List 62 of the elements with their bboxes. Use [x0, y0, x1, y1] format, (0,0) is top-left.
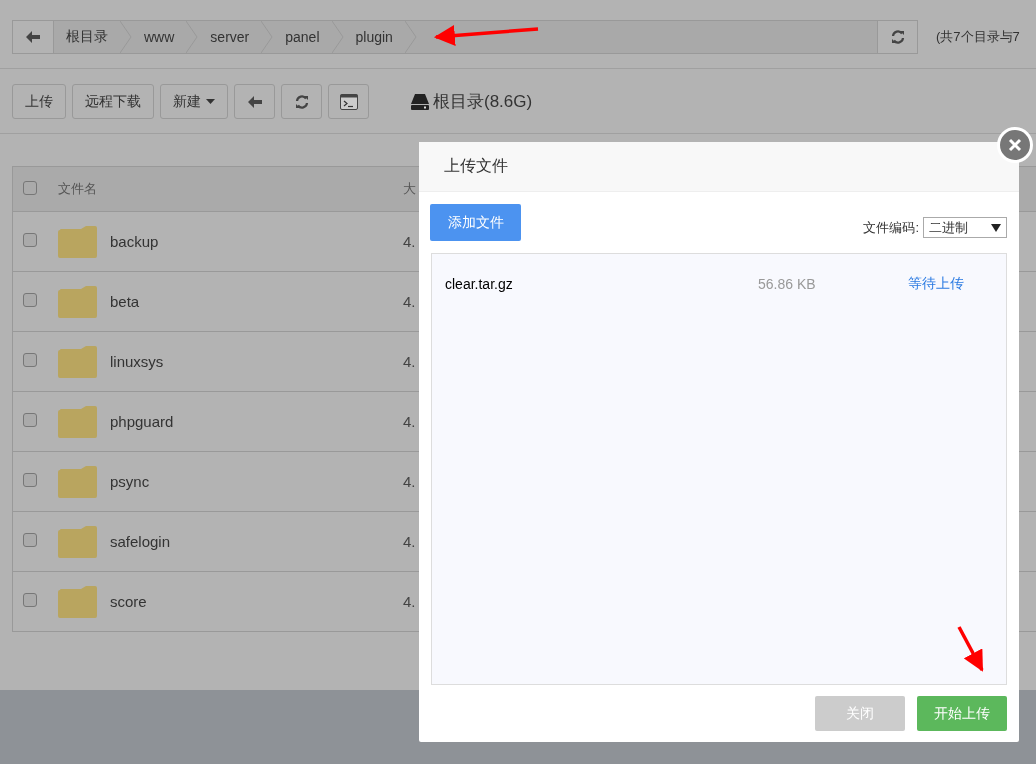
breadcrumb-item[interactable]: server [198, 21, 274, 53]
terminal-button[interactable] [328, 84, 369, 119]
file-size: 4. [403, 413, 417, 430]
refresh-button[interactable] [877, 21, 917, 53]
back-arrow-icon [247, 95, 262, 108]
hard-drive-icon [411, 93, 429, 110]
folder-icon [58, 465, 97, 498]
terminal-icon [339, 93, 358, 110]
file-size: 4. [403, 293, 417, 310]
dropdown-button[interactable]: 新建 [160, 84, 228, 119]
checkbox[interactable] [23, 233, 37, 247]
checkbox[interactable] [23, 293, 37, 307]
file-name: clear.tar.gz [445, 276, 514, 292]
checkbox[interactable] [23, 473, 37, 487]
folder-icon [58, 225, 97, 258]
back-button[interactable] [234, 84, 275, 119]
file-name[interactable]: score [110, 593, 147, 610]
upload-status: 等待上传 [908, 275, 965, 293]
back-button[interactable] [13, 21, 54, 53]
file-name[interactable]: psync [110, 473, 150, 490]
file-size: 4. [403, 233, 417, 250]
add-file-button[interactable]: 添加文件 [430, 204, 521, 241]
folder-icon [58, 285, 97, 318]
encoding-select[interactable]: 二进制 [923, 217, 1007, 238]
file-size: 4. [403, 593, 417, 610]
disk-label: 根目录(8.6G) [433, 91, 533, 113]
checkbox[interactable] [23, 533, 37, 547]
refresh-icon [294, 94, 309, 109]
file-name[interactable]: beta [110, 293, 140, 310]
close-icon [1008, 138, 1022, 152]
file-name[interactable]: backup [110, 233, 159, 250]
checkbox[interactable] [23, 353, 37, 367]
folder-icon [58, 345, 97, 378]
annotation-arrow [957, 626, 984, 672]
column-header[interactable]: 文件名 [58, 180, 403, 198]
file-size: 4. [403, 533, 417, 550]
file-name[interactable]: safelogin [110, 533, 171, 550]
directory-summary: (共7个目录与7 [936, 28, 1020, 46]
encoding-label: 文件编码: [863, 218, 919, 237]
refresh-button[interactable] [281, 84, 322, 119]
file-size: 56.86 KB [758, 276, 817, 292]
caret-icon [991, 223, 1001, 232]
file-size: 4. [403, 473, 417, 490]
folder-icon [58, 585, 97, 618]
breadcrumb-item[interactable]: www [132, 21, 199, 53]
checkbox[interactable] [23, 593, 37, 607]
breadcrumb-item[interactable]: panel [273, 21, 344, 53]
file-name[interactable]: linuxsys [110, 353, 164, 370]
breadcrumb-item[interactable]: plugin [343, 21, 417, 53]
breadcrumb-item[interactable]: 根目录 [54, 21, 132, 53]
toolbar-button[interactable]: 上传 [12, 84, 66, 119]
file-name[interactable]: phpguard [110, 413, 174, 430]
file-size: 4. [403, 353, 417, 370]
checkbox[interactable] [23, 413, 37, 427]
folder-icon [58, 405, 97, 438]
caret-icon [206, 99, 215, 104]
dialog-title: 上传文件 [444, 156, 508, 176]
folder-icon [58, 525, 97, 558]
toolbar-button[interactable]: 远程下载 [72, 84, 154, 119]
refresh-icon [890, 30, 905, 44]
back-arrow-icon [26, 31, 40, 43]
checkbox[interactable] [23, 180, 37, 195]
